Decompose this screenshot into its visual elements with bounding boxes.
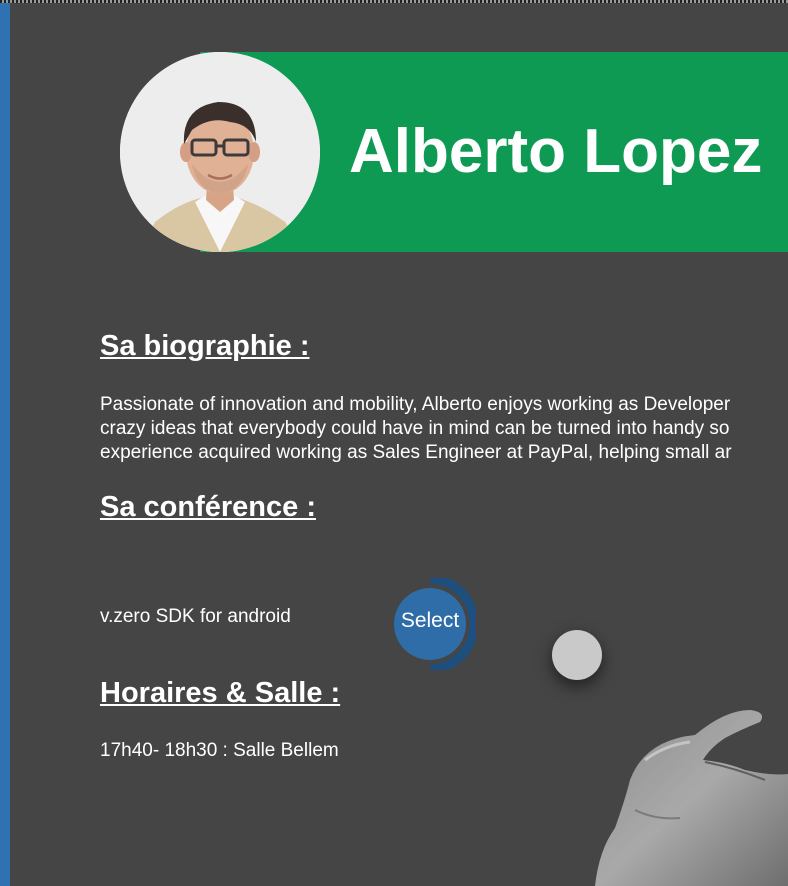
conference-heading: Sa conférence :	[100, 491, 316, 523]
left-accent-rail	[0, 3, 10, 886]
bio-line: Passionate of innovation and mobility, A…	[100, 394, 731, 415]
top-border	[0, 0, 788, 3]
bio-text: Passionate of innovation and mobility, A…	[100, 393, 788, 465]
touch-cursor-icon	[552, 630, 602, 680]
bio-line: crazy ideas that everybody could have in…	[100, 418, 730, 439]
speaker-name: Alberto Lopez	[349, 117, 763, 186]
select-button[interactable]: Select	[394, 578, 476, 670]
speaker-avatar	[120, 52, 320, 252]
conference-title: v.zero SDK for android	[100, 606, 291, 627]
pointing-hand-icon	[595, 710, 788, 886]
select-label: Select	[400, 609, 460, 632]
bio-line: experience acquired working as Sales Eng…	[100, 442, 732, 463]
bio-heading: Sa biographie :	[100, 330, 310, 362]
schedule-value: 17h40- 18h30 : Salle Bellem	[100, 740, 339, 761]
schedule-heading: Horaires & Salle :	[100, 677, 341, 709]
